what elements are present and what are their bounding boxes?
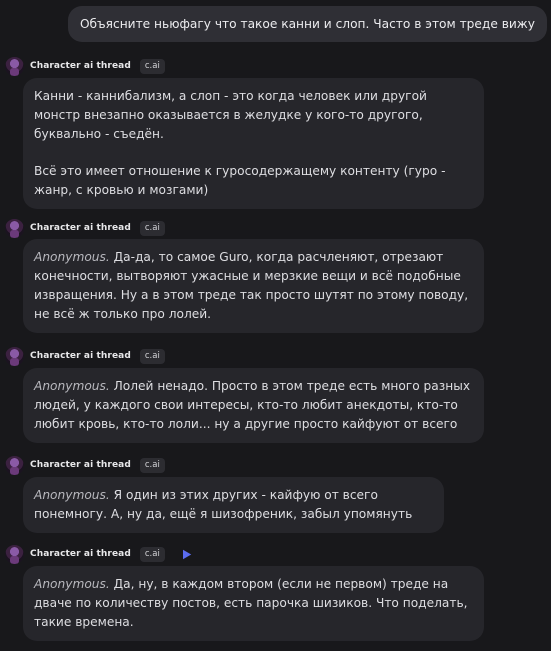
character-name[interactable]: Character ai thread (30, 61, 131, 71)
play-icon[interactable] (182, 549, 192, 560)
message-header: Character ai thread c.ai (5, 455, 165, 475)
anon-prefix: Anonymous. (34, 379, 110, 393)
message-text: Всё это имеет отношение к гуросодержащем… (34, 164, 446, 197)
message-text: Anonymous. Лолей ненадо. Просто в этом т… (34, 379, 471, 431)
message-header: Character ai thread c.ai (5, 346, 165, 366)
cai-badge: c.ai (139, 348, 165, 364)
cai-badge: c.ai (139, 457, 165, 473)
user-message-text: Объясните ньюфагу что такое канни и слоп… (79, 17, 535, 31)
character-name[interactable]: Character ai thread (30, 223, 131, 233)
message-text: Anonymous. Да, ну, в каждом втором (если… (34, 577, 468, 629)
anon-prefix: Anonymous. (34, 577, 110, 591)
message-text: Anonymous. Я один из этих других - кайфу… (34, 488, 413, 521)
message-bubble: Anonymous. Да-да, то самое Guro, когда р… (23, 239, 484, 333)
cai-badge: c.ai (139, 546, 165, 562)
message-text: Канни - каннибализм, а слоп - это когда … (34, 89, 427, 141)
character-avatar[interactable] (5, 455, 24, 475)
message-header: Character ai thread c.ai (5, 56, 165, 76)
user-message-bubble: Объясните ньюфагу что такое канни и слоп… (67, 6, 547, 42)
message-bubble: Канни - каннибализм, а слоп - это когда … (23, 78, 484, 209)
message-text: Anonymous. Да-да, то самое Guro, когда р… (34, 250, 469, 321)
message-bubble: Anonymous. Лолей ненадо. Просто в этом т… (23, 368, 484, 443)
anon-prefix: Anonymous. (34, 488, 110, 502)
character-name[interactable]: Character ai thread (30, 460, 131, 470)
character-name[interactable]: Character ai thread (30, 549, 131, 559)
cai-badge: c.ai (139, 220, 165, 236)
character-avatar[interactable] (5, 346, 24, 366)
character-avatar[interactable] (5, 544, 24, 564)
message-bubble: Anonymous. Я один из этих других - кайфу… (23, 477, 444, 533)
character-avatar[interactable] (5, 56, 24, 76)
cai-badge: c.ai (139, 58, 165, 74)
message-header: Character ai thread c.ai (5, 544, 192, 564)
message-bubble: Anonymous. Да, ну, в каждом втором (если… (23, 566, 484, 641)
character-avatar[interactable] (5, 218, 24, 238)
message-header: Character ai thread c.ai (5, 218, 165, 238)
character-name[interactable]: Character ai thread (30, 351, 131, 361)
anon-prefix: Anonymous. (34, 250, 110, 264)
